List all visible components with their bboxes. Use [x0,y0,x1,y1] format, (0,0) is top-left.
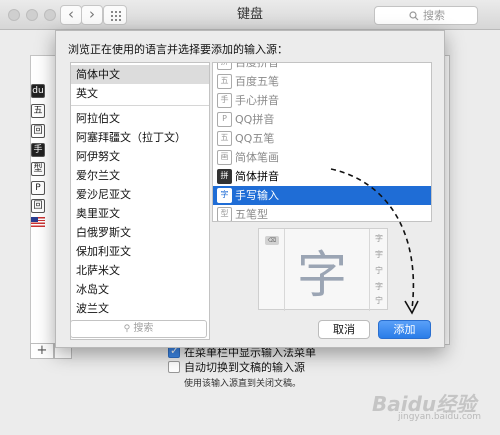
wubi-icon: 五 [217,131,232,146]
sheet-search-field[interactable]: ⚲ 搜索 [70,320,207,338]
dashed-arrow-annotation [330,168,419,315]
stroke-icon: 画 [217,150,232,165]
language-item[interactable]: 阿拉伯文 [71,109,209,128]
input-source-icon[interactable]: 回 [31,124,45,138]
language-item[interactable]: 阿伊努文 [71,147,209,166]
language-item[interactable]: 爱沙尼亚文 [71,185,209,204]
preview-divider [284,229,285,311]
source-label: 五笔型 [235,208,268,221]
source-label: 简体笔画 [235,151,279,164]
wubi-input-icon[interactable]: 五 [31,104,45,118]
auto-switch-checkbox[interactable] [168,361,180,373]
source-row-qq-pinyin[interactable]: P QQ拼音 [213,110,431,129]
search-icon [409,11,419,21]
add-source-button[interactable]: + [30,343,54,359]
auto-switch-hint: 使用该输入源直到关闭文稿。 [184,379,302,389]
sheet-search-placeholder: 搜索 [133,323,154,334]
backspace-icon: ⌫ [265,236,279,245]
source-row-qq-wubi[interactable]: 五 QQ五笔 [213,129,431,148]
add-button[interactable]: 添加 [378,320,431,339]
shouxin-input-icon[interactable]: 手 [31,143,45,157]
language-item[interactable]: 波兰文 [71,299,209,318]
language-item[interactable]: 简体中文 [71,65,209,84]
language-item[interactable]: 阿塞拜疆文（拉丁文） [71,128,209,147]
source-label: 百度五笔 [235,75,279,88]
baidu-input-icon[interactable]: du [31,84,45,98]
us-flag-icon[interactable] [31,217,45,227]
language-item[interactable]: 白俄罗斯文 [71,223,209,242]
language-item[interactable]: 爱尔兰文 [71,166,209,185]
qq-input-icon[interactable]: P [31,181,45,195]
pinyin-icon: 拼 [217,63,232,70]
language-item[interactable]: 保加利亚文 [71,242,209,261]
language-list[interactable]: 简体中文 英文 阿拉伯文 阿塞拜疆文（拉丁文） 阿伊努文 爱尔兰文 爱沙尼亚文 … [70,62,210,340]
input-source-icon[interactable]: 回 [31,199,45,213]
shouxin-icon: 手 [217,93,232,108]
source-label: QQ拼音 [235,113,275,126]
source-label: 手心拼音 [235,94,279,107]
wubixing-input-icon[interactable]: 型 [31,162,45,176]
window-search-field[interactable]: 搜索 [374,6,478,25]
source-label: 简体拼音 [235,170,279,183]
wubi-icon: 五 [217,74,232,89]
source-label: 手写输入 [235,189,279,202]
language-item[interactable]: 英文 [71,84,209,103]
pinyin-icon: 拼 [217,169,232,184]
source-label: 百度拼音 [235,62,279,69]
qq-icon: P [217,112,232,127]
source-row-baidu-wubi[interactable]: 五 百度五笔 [213,72,431,91]
source-label: QQ五笔 [235,132,275,145]
baidu-watermark-url: jingyan.baidu.com [398,412,482,422]
window-search-placeholder: 搜索 [423,9,445,22]
add-input-source-sheet: 浏览正在使用的语言并选择要添加的输入源： 简体中文 英文 阿拉伯文 阿塞拜疆文（… [55,30,445,348]
language-item[interactable]: 冰岛文 [71,280,209,299]
language-divider [71,105,209,106]
handwriting-icon: 字 [217,188,232,203]
cancel-button[interactable]: 取消 [318,320,370,339]
auto-switch-label: 自动切换到文稿的输入源 [184,361,305,374]
language-item[interactable]: 奥里亚文 [71,204,209,223]
sheet-prompt: 浏览正在使用的语言并选择要添加的输入源： [68,43,288,56]
magnifier-icon: ⚲ [123,324,131,334]
wubixing-icon: 型 [217,207,232,221]
language-item[interactable]: 北萨米文 [71,261,209,280]
source-row-baidu-pinyin[interactable]: 拼 百度拼音 [213,62,431,72]
source-row-shouxin-pinyin[interactable]: 手 手心拼音 [213,91,431,110]
